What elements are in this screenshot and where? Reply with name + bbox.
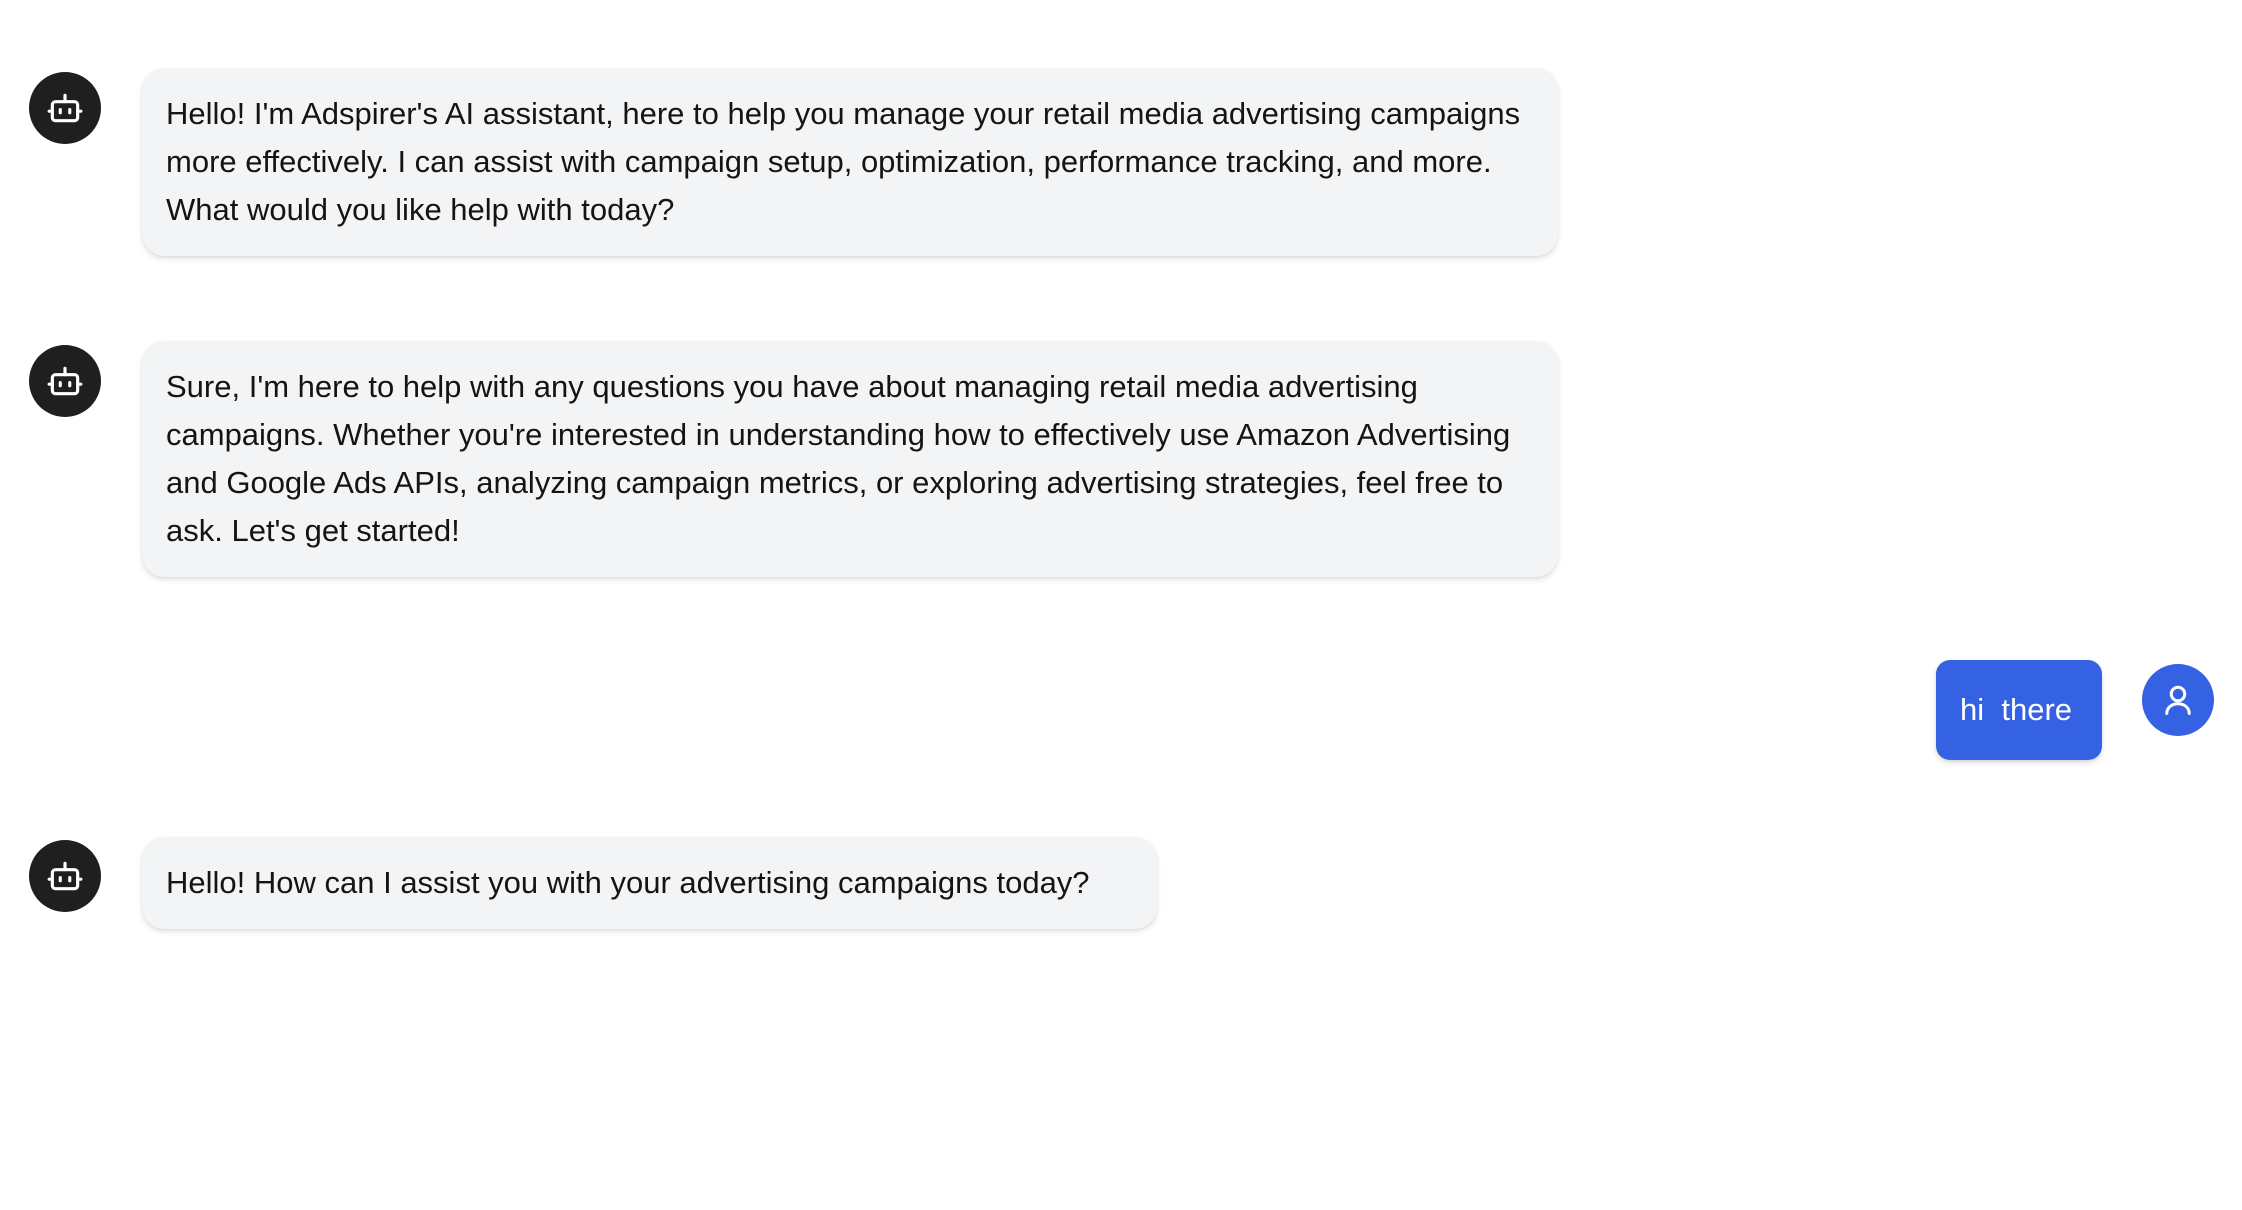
assistant-message-bubble: Hello! How can I assist you with your ad… [142, 837, 1157, 929]
assistant-avatar [29, 840, 101, 912]
chat-thread: Hello! I'm Adspirer's AI assistant, here… [0, 0, 2242, 1210]
robot-icon [46, 857, 84, 895]
user-avatar [2142, 664, 2214, 736]
robot-icon [46, 89, 84, 127]
user-message-bubble: hi there [1936, 660, 2102, 760]
user-icon [2160, 682, 2196, 718]
assistant-message-bubble: Hello! I'm Adspirer's AI assistant, here… [142, 68, 1558, 256]
assistant-avatar [29, 345, 101, 417]
assistant-message-bubble: Sure, I'm here to help with any question… [142, 341, 1558, 577]
assistant-avatar [29, 72, 101, 144]
robot-icon [46, 362, 84, 400]
